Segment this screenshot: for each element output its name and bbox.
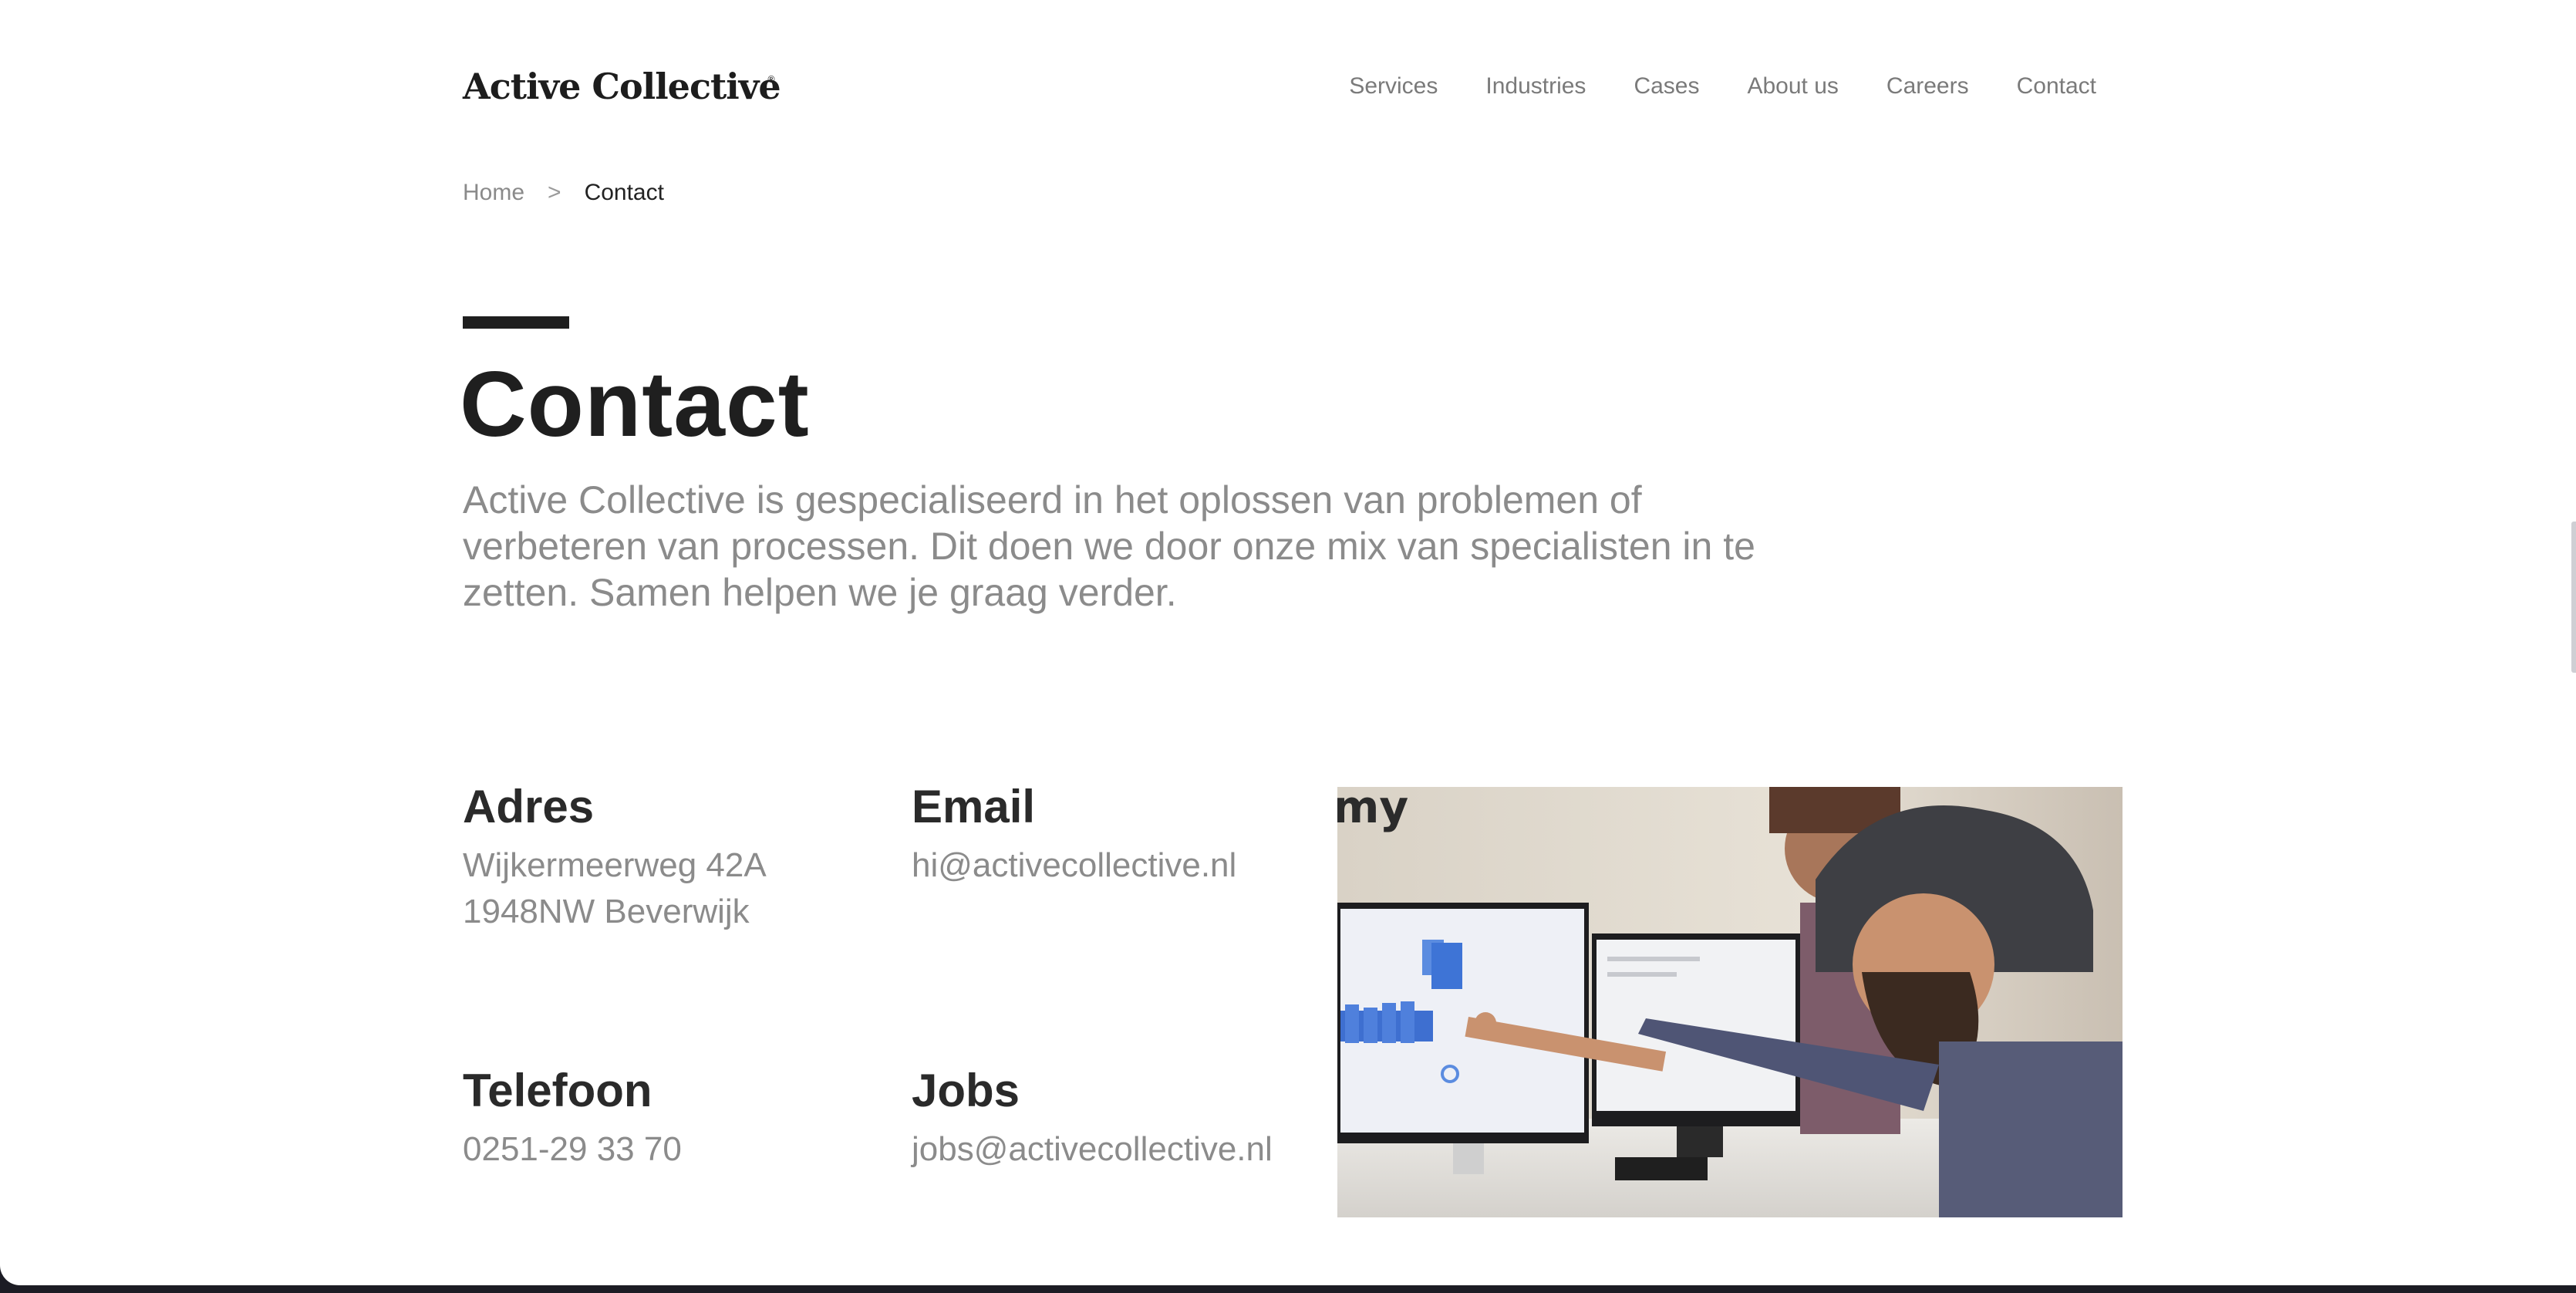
address-heading: Adres <box>463 781 595 832</box>
breadcrumb: Home > Contact <box>463 177 664 208</box>
jobs-email-link[interactable]: jobs@activecollective.nl <box>912 1126 1273 1173</box>
svg-text:my: my <box>1337 787 1408 833</box>
title-accent-bar <box>463 316 569 329</box>
phone-heading: Telefoon <box>463 1065 652 1116</box>
nav-careers[interactable]: Careers <box>1886 71 1969 102</box>
phone-link[interactable]: 0251-29 33 70 <box>463 1126 682 1173</box>
jobs-block: Jobs jobs@activecollective.nl <box>912 1063 1273 1173</box>
address-value: Wijkermeerweg 42A 1948NW Beverwijk <box>463 842 767 935</box>
address-block: Adres Wijkermeerweg 42A 1948NW Beverwijk <box>463 779 767 935</box>
site-logo[interactable]: Active Collective <box>463 63 781 110</box>
breadcrumb-home[interactable]: Home <box>463 177 524 208</box>
nav-cases[interactable]: Cases <box>1634 71 1699 102</box>
email-link[interactable]: hi@activecollective.nl <box>912 842 1236 889</box>
main-nav: Services Industries Cases About us Caree… <box>1301 71 2096 102</box>
email-heading: Email <box>912 781 1036 832</box>
registered-mark: ® <box>767 74 776 85</box>
page: Active Collective ® Services Industries … <box>0 0 2576 1285</box>
scroll-handle[interactable] <box>2571 522 2576 673</box>
nav-services[interactable]: Services <box>1349 71 1438 102</box>
address-line-1: Wijkermeerweg 42A <box>463 846 767 884</box>
office-photo: my <box>1337 787 2123 1217</box>
address-line-2: 1948NW Beverwijk <box>463 893 750 930</box>
intro-text: Active Collective is gespecialiseerd in … <box>463 478 1755 614</box>
nav-about-us[interactable]: About us <box>1747 71 1838 102</box>
breadcrumb-separator: > <box>548 180 561 205</box>
nav-industries[interactable]: Industries <box>1485 71 1586 102</box>
breadcrumb-current: Contact <box>584 180 664 205</box>
phone-block: Telefoon 0251-29 33 70 <box>463 1063 682 1173</box>
page-title: Contact <box>460 353 810 456</box>
email-block: Email hi@activecollective.nl <box>912 779 1236 889</box>
jobs-heading: Jobs <box>912 1065 1020 1116</box>
nav-contact[interactable]: Contact <box>2017 71 2096 102</box>
